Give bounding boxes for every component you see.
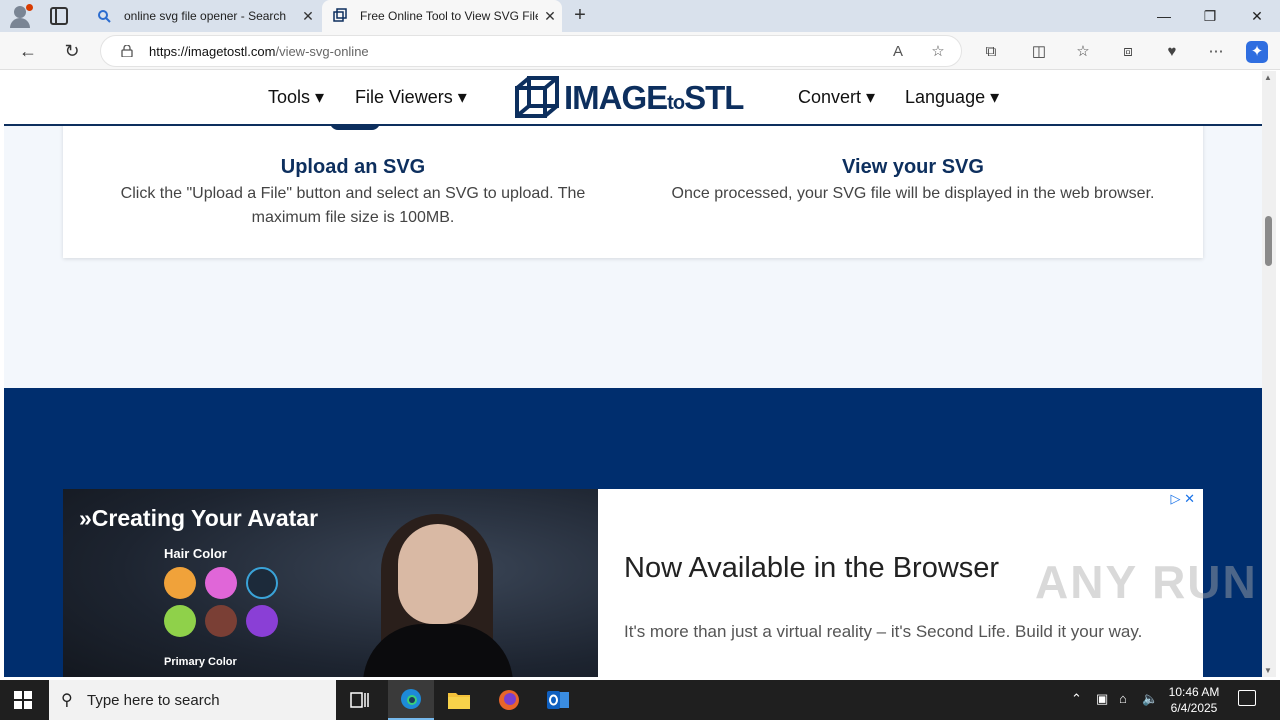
watermark: ANY RUN (1035, 556, 1258, 608)
site-header: Tools ▾ File Viewers ▾ IMAGEtoSTL Conver… (4, 71, 1262, 126)
ad-headline: »Creating Your Avatar (79, 505, 319, 531)
advertisement[interactable]: »Creating Your Avatar Hair Color Primary… (63, 489, 1203, 677)
nav-file-viewers[interactable]: File Viewers ▾ (355, 87, 467, 108)
scroll-down-icon[interactable]: ▼ (1264, 666, 1272, 675)
search-icon (96, 8, 112, 24)
volume-icon[interactable]: 🔈 (1142, 691, 1158, 707)
lock-icon (121, 45, 133, 57)
back-icon[interactable]: ← (14, 38, 42, 64)
clock[interactable]: 10:46 AM 6/4/2025 (1164, 684, 1224, 716)
favorite-star-icon[interactable]: ☆ (927, 41, 949, 63)
tab-svg-viewer[interactable]: Free Online Tool to View SVG File ✕ (322, 0, 562, 32)
logo-text: IMAGEtoSTL (564, 79, 744, 116)
tab-search[interactable]: online svg file opener - Search ✕ (86, 0, 320, 32)
ad-image[interactable]: »Creating Your Avatar Hair Color Primary… (63, 489, 598, 677)
swatch-orange (164, 567, 196, 599)
firefox-icon[interactable] (486, 680, 532, 720)
taskbar: ⚲ Type here to search ⌃ ▣ ⌂ 🔈 10:46 AM 6… (0, 680, 1280, 720)
address-bar[interactable]: https://imagetostl.com/view-svg-online A… (100, 35, 962, 67)
tab-actions-icon[interactable] (50, 7, 68, 25)
tray-overflow-icon[interactable]: ⌃ (1071, 691, 1082, 707)
window-close-icon[interactable]: ✕ (1234, 0, 1280, 32)
search-placeholder: Type here to search (87, 692, 220, 709)
nav-language[interactable]: Language ▾ (905, 87, 999, 108)
refresh-icon[interactable]: ↻ (58, 38, 86, 64)
swatch-brown (205, 605, 237, 637)
swatch-pink (205, 567, 237, 599)
step-text: Once processed, your SVG file will be di… (671, 185, 1155, 202)
scroll-thumb[interactable] (1265, 216, 1272, 266)
page-scrollbar[interactable]: ▲ ▼ (1262, 71, 1276, 677)
step-view: View your SVG Once processed, your SVG f… (653, 156, 1173, 206)
nav-convert[interactable]: Convert ▾ (798, 87, 875, 108)
step-text: Click the "Upload a File" button and sel… (120, 185, 586, 226)
task-view-icon[interactable] (337, 680, 383, 720)
profile-icon[interactable] (8, 4, 34, 28)
avatar-face (398, 524, 478, 624)
outlook-icon[interactable] (535, 680, 581, 720)
network-icon[interactable]: ⌂ (1119, 691, 1127, 706)
split-screen-icon[interactable]: ◫ (1028, 41, 1050, 63)
swatch-dark (246, 567, 278, 599)
notification-icon[interactable] (1238, 690, 1256, 706)
site-logo[interactable]: IMAGEtoSTL (514, 75, 744, 121)
swatch-purple (246, 605, 278, 637)
clock-date: 6/4/2025 (1170, 701, 1218, 715)
close-tab-icon[interactable]: ✕ (538, 8, 562, 25)
tab-strip: online svg file opener - Search ✕ Free O… (0, 0, 1280, 32)
new-tab-icon[interactable]: + (568, 4, 592, 28)
nav-tools[interactable]: Tools ▾ (268, 87, 324, 108)
favorites-icon[interactable]: ☆ (1072, 41, 1094, 63)
ad-choices-icon[interactable]: ▷ ✕ (1170, 491, 1195, 507)
step-upload: Upload an SVG Click the "Upload a File" … (103, 156, 603, 230)
taskbar-search[interactable]: ⚲ Type here to search (49, 680, 336, 720)
address-toolbar: ← ↻ https://imagetostl.com/view-svg-onli… (0, 32, 1280, 70)
windows-start-icon[interactable] (14, 691, 32, 709)
read-aloud-icon[interactable]: A (887, 41, 909, 63)
tab-title: online svg file opener - Search (124, 9, 287, 23)
cube-logo-icon (515, 76, 559, 118)
file-explorer-icon[interactable] (436, 680, 482, 720)
edge-icon[interactable] (388, 680, 434, 720)
clock-time: 10:46 AM (1168, 685, 1220, 699)
collections-icon[interactable]: ⧈ (1117, 41, 1139, 63)
swatch-green (164, 605, 196, 637)
search-icon: ⚲ (61, 692, 73, 709)
restore-icon[interactable]: ❐ (1187, 0, 1233, 32)
ad-title: Now Available in the Browser (624, 552, 1000, 584)
performance-icon[interactable]: ♥ (1161, 41, 1183, 63)
site-favicon-icon (332, 8, 348, 24)
device-icon[interactable]: ▣ (1096, 691, 1108, 707)
step-title: View your SVG (842, 156, 984, 178)
hair-color-label: Hair Color (164, 546, 227, 561)
url-text: https://imagetostl.com/view-svg-online (149, 44, 369, 59)
step-title: Upload an SVG (280, 156, 426, 178)
minimize-icon[interactable]: — (1141, 0, 1187, 32)
scroll-up-icon[interactable]: ▲ (1264, 73, 1272, 82)
ad-subtitle: It's more than just a virtual reality – … (624, 622, 1143, 641)
extensions-icon[interactable]: ⧉ (980, 41, 1002, 63)
close-tab-icon[interactable]: ✕ (296, 8, 320, 25)
primary-color-label: Primary Color (164, 656, 237, 668)
copilot-icon[interactable]: ✦ (1246, 41, 1268, 63)
more-menu-icon[interactable]: ⋯ (1205, 41, 1227, 63)
tab-title: Free Online Tool to View SVG File (360, 9, 538, 23)
